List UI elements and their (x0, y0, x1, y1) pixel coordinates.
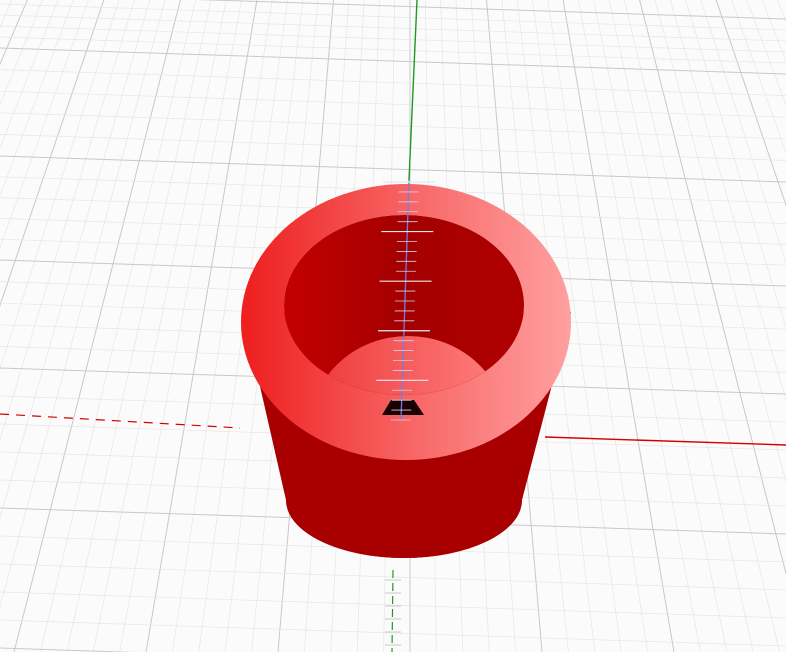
3d-scene[interactable] (0, 0, 786, 652)
grid-line (0, 0, 13, 28)
grid-line (0, 134, 786, 161)
grid-line (40, 0, 197, 652)
grid-line (0, 14, 786, 42)
cup-model[interactable] (241, 184, 571, 558)
grid-line (715, 0, 786, 207)
grid-line (777, 0, 786, 22)
grid-line (0, 3, 786, 31)
grid-line (731, 0, 786, 154)
grid-line (0, 0, 166, 608)
grid-line (593, 0, 728, 652)
grid-line (0, 36, 786, 64)
grid-line (0, 47, 786, 75)
grid-line (0, 647, 137, 652)
grid-line (623, 0, 780, 652)
grid-line (562, 0, 675, 652)
grid-line (761, 0, 786, 63)
grid-line (0, 155, 786, 183)
3d-viewport[interactable] (0, 0, 786, 652)
grid-line (0, 0, 151, 520)
grid-line (0, 619, 786, 647)
grid-line (119, 0, 242, 652)
grid-line (0, 0, 135, 441)
grid-line (685, 0, 786, 330)
grid-line (639, 0, 786, 576)
grid-line (0, 0, 120, 370)
grid-line (0, 25, 786, 53)
